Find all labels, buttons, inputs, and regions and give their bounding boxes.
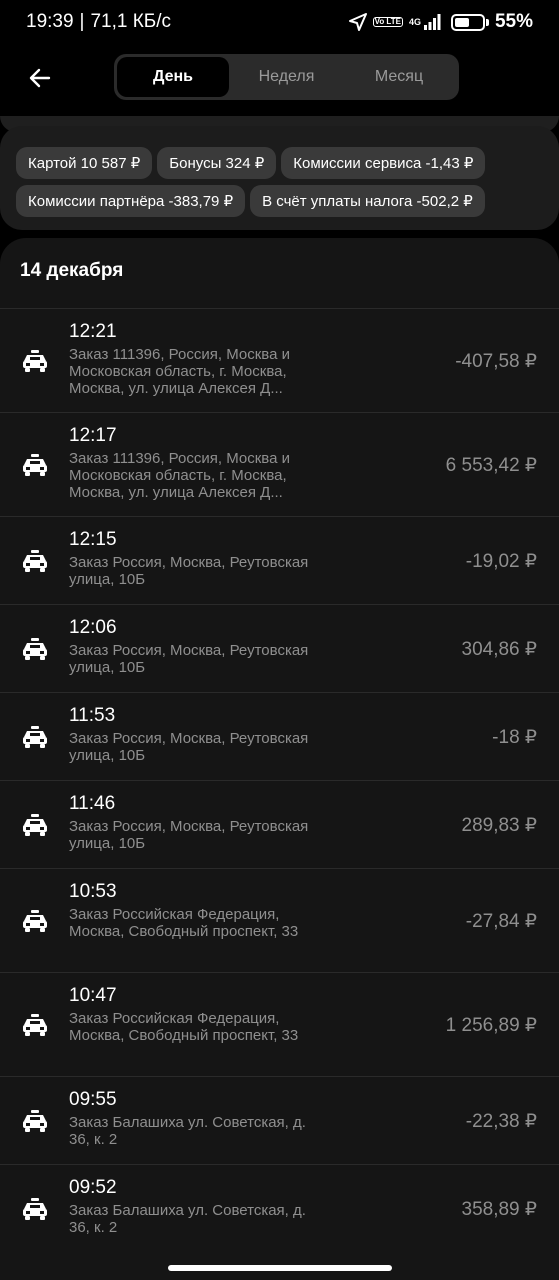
transaction-time: 12:06 [69,617,117,638]
network-speed: 71,1 КБ/с [90,11,172,32]
tab-day[interactable]: День [117,57,229,97]
date-header: 14 декабря [20,260,124,281]
transaction-row[interactable]: 11:53 Заказ Россия, Москва, Реутовская ул… [0,692,559,780]
transaction-row[interactable]: 10:47 Заказ Российская Федерация, Москва,… [0,972,559,1076]
transaction-amount: 358,89 ₽ [461,1199,537,1220]
transaction-row[interactable]: 12:21 Заказ 111396, Россия, Москва и Моск… [0,308,559,412]
tab-month[interactable]: Месяц [344,57,454,97]
taxi-car-icon [22,726,48,748]
transaction-amount: -19,02 ₽ [465,551,537,572]
battery-tip [485,18,489,26]
volte-icon: Vo LTE [372,17,403,27]
taxi-car-icon [22,550,48,572]
screen: 19:39 | 71,1 КБ/с Vo LTE 4G 55% День Нед… [0,0,559,1280]
transaction-time: 11:53 [69,705,116,726]
transaction-row-content: 11:46 Заказ Россия, Москва, Реутовская ул… [20,781,539,869]
transaction-description: Заказ Россия, Москва, Реутовская улица, … [69,730,309,764]
taxi-car-icon [22,454,48,476]
transaction-description: Заказ Российская Федерация, Москва, Своб… [69,906,299,940]
chip-card-payment[interactable]: Картой 10 587 ₽ [16,147,153,179]
transaction-time: 09:52 [69,1177,117,1198]
transaction-description: Заказ Балашиха ул. Советская, д. 36, к. … [69,1114,306,1148]
location-arrow-icon [348,13,367,31]
signal-4g-icon: 4G [409,14,441,30]
taxi-car-icon [22,1198,48,1220]
transactions-list: 12:21 Заказ 111396, Россия, Москва и Моск… [0,308,559,1252]
status-left: 19:39 | 71,1 КБ/с [26,11,171,33]
summary-chips: Картой 10 587 ₽ Бонусы 324 ₽ Комиссии се… [16,147,545,217]
transaction-amount: 289,83 ₽ [461,815,537,836]
taxi-car-icon [22,910,48,932]
transaction-row[interactable]: 10:53 Заказ Российская Федерация, Москва,… [0,868,559,972]
transaction-description: Заказ 111396, Россия, Москва и Московска… [69,450,290,501]
transaction-time: 10:53 [69,881,117,902]
transaction-row-content: 10:47 Заказ Российская Федерация, Москва,… [20,973,539,1077]
status-right: Vo LTE 4G 55% [348,11,533,33]
taxi-car-icon [22,814,48,836]
transaction-description: Заказ Балашиха ул. Советская, д. 36, к. … [69,1202,306,1236]
transaction-row-content: 09:52 Заказ Балашиха ул. Советская, д. 36… [20,1165,539,1253]
battery-icon [450,13,489,31]
summary-card: Картой 10 587 ₽ Бонусы 324 ₽ Комиссии се… [0,126,559,230]
chip-service-commission[interactable]: Комиссии сервиса -1,43 ₽ [281,147,486,179]
chip-bonuses[interactable]: Бонусы 324 ₽ [157,147,277,179]
battery-fill [454,17,469,27]
transaction-description: Заказ Россия, Москва, Реутовская улица, … [69,642,309,676]
transaction-amount: 6 553,42 ₽ [445,455,537,476]
back-button[interactable] [18,58,62,98]
transaction-row[interactable]: 12:17 Заказ 111396, Россия, Москва и Моск… [0,412,559,516]
transaction-time: 12:17 [69,425,117,446]
transaction-row-content: 12:15 Заказ Россия, Москва, Реутовская ул… [20,517,539,605]
transaction-row[interactable]: 09:52 Заказ Балашиха ул. Советская, д. 36… [0,1164,559,1252]
taxi-car-icon [22,350,48,372]
transaction-row-content: 12:06 Заказ Россия, Москва, Реутовская ул… [20,605,539,693]
transaction-row[interactable]: 11:46 Заказ Россия, Москва, Реутовская ул… [0,780,559,868]
taxi-car-icon [22,638,48,660]
transaction-time: 09:55 [69,1089,117,1110]
transaction-row-content: 10:53 Заказ Российская Федерация, Москва,… [20,869,539,973]
arrow-left-icon [29,68,51,88]
transaction-time: 12:15 [69,529,117,550]
transaction-row[interactable]: 09:55 Заказ Балашиха ул. Советская, д. 36… [0,1076,559,1164]
transaction-description: Заказ Россия, Москва, Реутовская улица, … [69,554,309,588]
transaction-amount: -18 ₽ [492,727,537,748]
transaction-amount: 1 256,89 ₽ [445,1015,537,1036]
taxi-car-icon [22,1110,48,1132]
transaction-row-content: 12:21 Заказ 111396, Россия, Москва и Моск… [20,309,539,413]
battery-percent: 55% [494,11,533,32]
transaction-description: Заказ 111396, Россия, Москва и Московска… [69,346,290,397]
transaction-amount: -407,58 ₽ [455,351,537,372]
transaction-row[interactable]: 12:06 Заказ Россия, Москва, Реутовская ул… [0,604,559,692]
tab-week[interactable]: Неделя [229,57,344,97]
transaction-description: Заказ Российская Федерация, Москва, Своб… [69,1010,299,1044]
signal-4g-label: 4G [408,16,421,27]
transaction-time: 11:46 [69,793,116,814]
status-bar: 19:39 | 71,1 КБ/с Vo LTE 4G 55% [0,0,559,44]
transaction-time: 10:47 [69,985,117,1006]
chip-tax-payment[interactable]: В счёт уплаты налога -502,2 ₽ [250,185,485,217]
status-separator: | [79,11,85,32]
taxi-car-icon [22,1014,48,1036]
transaction-amount: 304,86 ₽ [461,639,537,660]
transaction-row-content: 11:53 Заказ Россия, Москва, Реутовская ул… [20,693,539,781]
transaction-row-content: 09:55 Заказ Балашиха ул. Советская, д. 36… [20,1077,539,1165]
transaction-amount: -27,84 ₽ [465,911,537,932]
transaction-description: Заказ Россия, Москва, Реутовская улица, … [69,818,309,852]
home-indicator[interactable] [168,1265,392,1271]
chip-partner-commission[interactable]: Комиссии партнёра -383,79 ₽ [16,185,246,217]
status-time: 19:39 [26,11,74,32]
header: День Неделя Месяц [0,50,559,106]
transaction-time: 12:21 [69,321,117,342]
battery-body [450,13,485,31]
transactions-card: 14 декабря 12:21 Заказ 111396, Россия, Мо… [0,238,559,1280]
transaction-amount: -22,38 ₽ [465,1111,537,1132]
transaction-row[interactable]: 12:15 Заказ Россия, Москва, Реутовская ул… [0,516,559,604]
transaction-row-content: 12:17 Заказ 111396, Россия, Москва и Моск… [20,413,539,517]
period-tabs: День Неделя Месяц [114,54,459,100]
